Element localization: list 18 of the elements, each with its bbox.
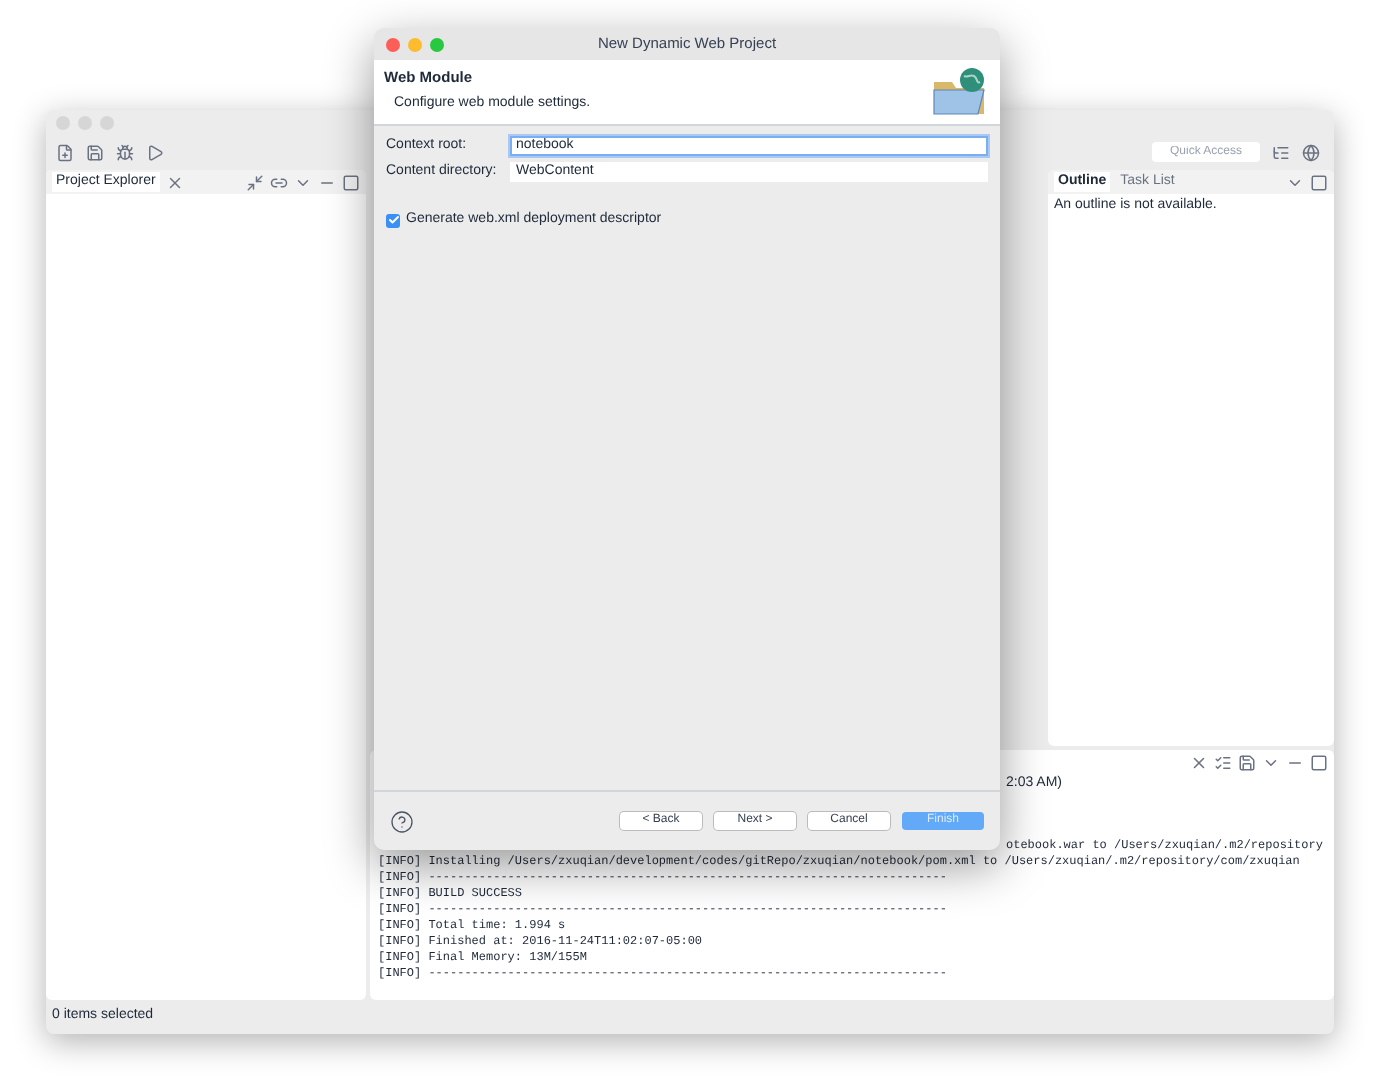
collapse-icon[interactable] <box>246 173 264 191</box>
maximize-icon[interactable] <box>1310 173 1328 191</box>
folder-globe-icon <box>930 66 990 118</box>
console-icon[interactable] <box>1214 753 1232 771</box>
perspective-icon[interactable] <box>1272 143 1290 161</box>
help-icon[interactable] <box>390 809 414 833</box>
checkbox[interactable] <box>386 213 400 228</box>
maximize-icon[interactable] <box>1310 753 1328 771</box>
save-icon[interactable] <box>86 143 104 161</box>
pin-icon[interactable] <box>1238 753 1256 771</box>
remove-icon[interactable] <box>1190 753 1208 771</box>
close-icon[interactable] <box>165 173 184 191</box>
bug-icon[interactable] <box>116 143 134 161</box>
new-file-icon[interactable] <box>56 143 74 161</box>
globe-icon[interactable] <box>1302 143 1320 161</box>
link-icon[interactable] <box>270 173 288 191</box>
maximize-icon[interactable] <box>342 173 360 191</box>
run-icon[interactable] <box>146 143 164 161</box>
